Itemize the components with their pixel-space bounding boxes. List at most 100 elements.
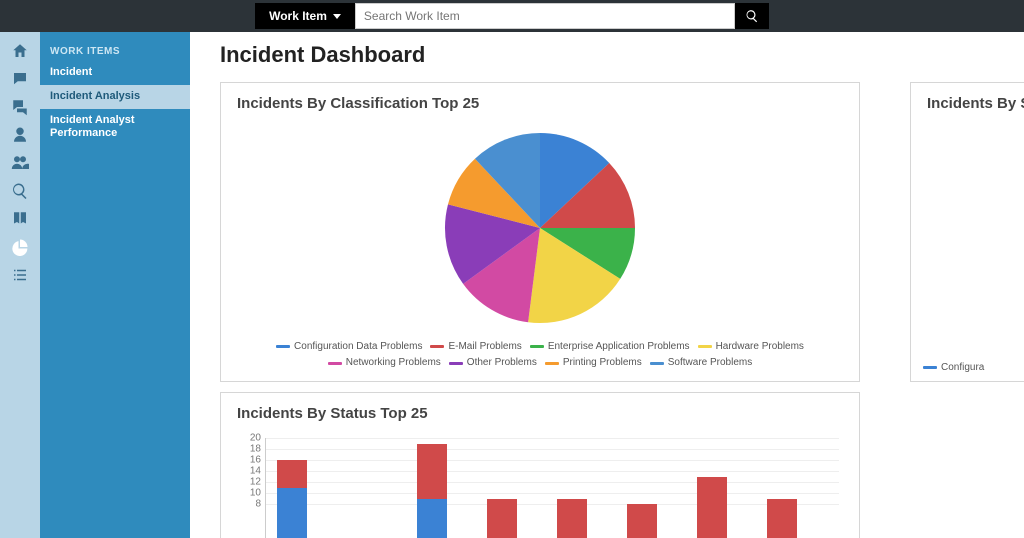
legend-item[interactable]: Other Problems <box>449 355 537 371</box>
legend-item[interactable]: Networking Problems <box>328 355 441 371</box>
sidebar-item-label: Incident Analysis <box>50 90 140 102</box>
legend-swatch-icon <box>276 345 290 348</box>
bar-stack[interactable] <box>627 504 657 538</box>
legend-item[interactable]: Configuration Data Problems <box>276 339 422 355</box>
work-item-dropdown-label: Work Item <box>269 9 327 23</box>
legend-item[interactable]: Printing Problems <box>545 355 642 371</box>
main-shell: WORK ITEMS Incident Incident Analysis In… <box>0 32 1024 538</box>
bar-stack[interactable] <box>417 444 447 538</box>
magnify-icon <box>11 182 29 200</box>
sidebar-item-incident[interactable]: Incident <box>40 61 190 85</box>
bar-stacks <box>265 438 839 538</box>
sidebar-item-incident-analysis[interactable]: Incident Analysis <box>40 85 190 109</box>
rail-users[interactable] <box>0 150 40 176</box>
side-panel-header: WORK ITEMS <box>40 42 190 61</box>
bar-stack[interactable] <box>697 477 727 538</box>
card-classification-top25: Incidents By Classification Top 25 Confi… <box>220 82 860 382</box>
rail-chat-2[interactable] <box>0 94 40 120</box>
rail-analytics[interactable] <box>0 234 40 260</box>
pie-chart <box>237 118 843 332</box>
search-button[interactable] <box>735 3 769 29</box>
card-title: Incidents By S <box>927 95 1024 112</box>
bar-segment <box>417 444 447 499</box>
side-panel: WORK ITEMS Incident Incident Analysis In… <box>40 32 190 538</box>
bar-chart: 8101214161820 <box>237 428 843 538</box>
top-bar: Work Item <box>0 0 1024 32</box>
right-card-legend-fragment: Configura <box>923 362 984 373</box>
top-bar-inner: Work Item <box>255 3 769 29</box>
bar-segment <box>697 477 727 538</box>
card-title: Incidents By Classification Top 25 <box>237 95 843 112</box>
y-tick-label: 12 <box>237 477 261 488</box>
home-icon <box>11 42 29 60</box>
sidebar-item-label: Incident Analyst Performance <box>50 114 135 140</box>
y-tick-label: 18 <box>237 444 261 455</box>
rail-home[interactable] <box>0 38 40 64</box>
legend-swatch-icon <box>923 366 937 369</box>
y-tick-label: 20 <box>237 433 261 444</box>
bar-stack[interactable] <box>767 499 797 538</box>
search-input[interactable] <box>355 3 735 29</box>
sidebar-item-incident-analyst-performance[interactable]: Incident Analyst Performance <box>40 109 190 147</box>
content-area: Incident Dashboard Incidents By Classifi… <box>190 32 1024 538</box>
legend-item[interactable]: Enterprise Application Problems <box>530 339 690 355</box>
page-title: Incident Dashboard <box>220 42 1024 68</box>
bar-segment <box>557 499 587 538</box>
users-icon <box>11 154 29 172</box>
legend-label: Other Problems <box>467 355 537 371</box>
bar-stack[interactable] <box>557 499 587 538</box>
rail-user[interactable] <box>0 122 40 148</box>
bar-segment <box>417 499 447 538</box>
legend-label: Software Problems <box>668 355 752 371</box>
rail-list[interactable] <box>0 262 40 288</box>
legend-label: Configura <box>941 362 984 373</box>
rail-chat[interactable] <box>0 66 40 92</box>
legend-label: Printing Problems <box>563 355 642 371</box>
work-item-dropdown[interactable]: Work Item <box>255 3 355 29</box>
bar-stack[interactable] <box>277 460 307 538</box>
user-icon <box>11 126 29 144</box>
y-tick-label: 8 <box>237 499 261 510</box>
legend-swatch-icon <box>545 362 559 365</box>
icon-rail <box>0 32 40 538</box>
legend-item[interactable]: Software Problems <box>650 355 752 371</box>
card-title: Incidents By Status Top 25 <box>237 405 843 422</box>
bar-segment <box>487 499 517 538</box>
legend-swatch-icon <box>698 345 712 348</box>
legend-swatch-icon <box>328 362 342 365</box>
rail-book[interactable] <box>0 206 40 232</box>
card-status-top25: Incidents By Status Top 25 8101214161820 <box>220 392 860 538</box>
chat2-icon <box>11 98 29 116</box>
bar-segment <box>277 460 307 488</box>
y-tick-label: 16 <box>237 455 261 466</box>
rail-search[interactable] <box>0 178 40 204</box>
bar-segment <box>627 504 657 538</box>
cards-row-top: Incidents By Classification Top 25 Confi… <box>220 82 1024 382</box>
legend-item[interactable]: E-Mail Problems <box>430 339 521 355</box>
legend-swatch-icon <box>530 345 544 348</box>
legend-label: Enterprise Application Problems <box>548 339 690 355</box>
legend-swatch-icon <box>449 362 463 365</box>
sidebar-item-label: Incident <box>50 66 92 78</box>
search-icon <box>745 9 759 23</box>
legend-label: Configuration Data Problems <box>294 339 422 355</box>
caret-down-icon <box>333 14 341 19</box>
legend-label: Hardware Problems <box>716 339 804 355</box>
pie-legend: Configuration Data Problems E-Mail Proble… <box>237 332 843 373</box>
y-tick-label: 14 <box>237 466 261 477</box>
card-right-truncated: Incidents By S Configura <box>910 82 1024 382</box>
list-icon <box>11 266 29 284</box>
bar-segment <box>277 488 307 538</box>
bar-segment <box>767 499 797 538</box>
book-icon <box>11 210 29 228</box>
legend-swatch-icon <box>430 345 444 348</box>
chart-pie-icon <box>11 238 29 256</box>
y-tick-label: 10 <box>237 488 261 499</box>
legend-label: Networking Problems <box>346 355 441 371</box>
pie-svg <box>440 128 640 328</box>
legend-swatch-icon <box>650 362 664 365</box>
bar-stack[interactable] <box>487 499 517 538</box>
legend-label: E-Mail Problems <box>448 339 521 355</box>
chat-icon <box>11 70 29 88</box>
legend-item[interactable]: Hardware Problems <box>698 339 804 355</box>
